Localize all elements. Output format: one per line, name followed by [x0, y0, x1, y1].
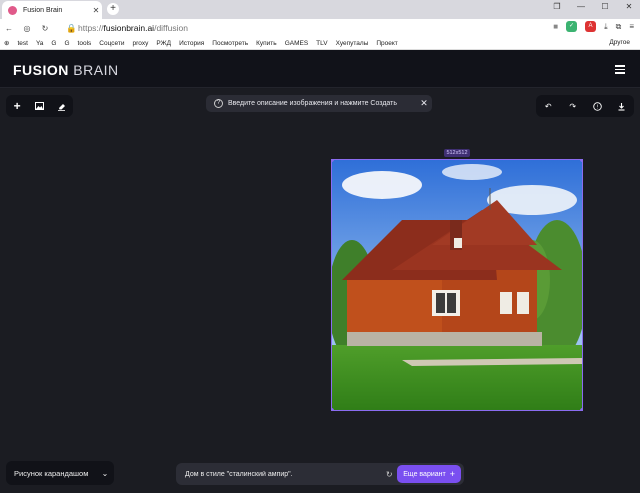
plus-icon: + — [449, 469, 455, 479]
browser-extensions: ■ ✓ A ⤓ ⧉ ≡ — [553, 21, 634, 32]
resize-handle-bl[interactable] — [332, 408, 334, 410]
bookmark-item[interactable]: G — [47, 40, 60, 47]
bookmark-item[interactable]: Соцсети — [95, 40, 128, 47]
address-bar[interactable]: 🔒 https:// fusionbrain.ai /diffusion — [66, 21, 532, 35]
bookmark-item[interactable]: proxy — [128, 40, 152, 47]
bookmark-item[interactable]: tools — [74, 40, 96, 47]
download-icon[interactable]: ⤓ — [604, 22, 608, 32]
maximize-icon[interactable]: ☐ — [598, 2, 612, 11]
bookmark-other[interactable]: Другое — [609, 39, 630, 46]
help-icon[interactable]: ! — [590, 99, 604, 113]
browser-tab[interactable]: Fusion Brain ✕ — [2, 1, 102, 19]
left-toolbar: + — [6, 95, 73, 117]
bookmark-item[interactable]: История — [175, 40, 208, 47]
bookmark-item[interactable]: РЖД — [152, 40, 175, 47]
bookmarks-bar: ⊕ test Ya G G tools Соцсети proxy РЖД Ис… — [0, 37, 640, 50]
chevron-down-icon: ⌄ — [101, 468, 109, 478]
url-path: /diffusion — [154, 23, 188, 33]
app-header: FUSION BRAIN — [0, 50, 640, 88]
download-image-icon[interactable] — [615, 99, 629, 113]
minimize-icon[interactable]: — — [574, 2, 588, 11]
logo-bold: FUSION — [13, 62, 69, 78]
bookmark-icon[interactable]: ■ — [553, 22, 558, 31]
tab-title: Fusion Brain — [23, 6, 63, 14]
generated-image[interactable] — [331, 159, 583, 411]
resize-handle-tr[interactable] — [580, 160, 582, 162]
logo-light: BRAIN — [73, 62, 119, 78]
shield-icon[interactable]: ◎ — [18, 24, 36, 33]
refresh-icon[interactable]: ↻ — [381, 470, 397, 479]
prompt-input[interactable]: Дом в стиле "сталинский ампир". — [176, 471, 381, 478]
image-icon[interactable] — [32, 99, 46, 113]
bookmark-item[interactable]: test — [13, 40, 31, 47]
extension-red-icon[interactable]: A — [585, 21, 597, 32]
copy-icon[interactable]: ❐ — [550, 2, 564, 11]
bookmark-item[interactable]: Ya — [32, 40, 47, 47]
svg-text:!: ! — [596, 104, 598, 110]
extension-green-icon[interactable]: ✓ — [566, 21, 578, 32]
bookmark-item[interactable]: Посмотреть — [208, 40, 252, 47]
browser-tabstrip: Fusion Brain ✕ + ❐ — ☐ ✕ — [0, 0, 640, 19]
image-size-tag: 512x512 — [444, 149, 470, 157]
menu-icon[interactable]: ≡ — [629, 22, 634, 31]
right-toolbar: ↶ ↷ ! — [536, 95, 634, 117]
close-tab-icon[interactable]: ✕ — [90, 6, 102, 15]
eraser-icon[interactable] — [55, 99, 69, 113]
resize-handle-br[interactable] — [580, 408, 582, 410]
bookmark-item[interactable]: TLV — [312, 40, 331, 47]
window-controls: ❐ — ☐ ✕ — [550, 2, 636, 11]
style-select[interactable]: Рисунок карандашом ⌄ — [6, 461, 114, 485]
back-icon[interactable]: ← — [0, 24, 18, 33]
lock-icon: 🔒 — [66, 22, 77, 33]
new-tab-button[interactable]: + — [107, 3, 119, 15]
hint-text: Введите описание изображения и нажмите С… — [228, 100, 398, 107]
style-select-label: Рисунок карандашом — [14, 468, 89, 478]
house-image — [332, 160, 582, 410]
logo[interactable]: FUSION BRAIN — [13, 62, 119, 78]
generate-button[interactable]: Еще вариант + — [397, 465, 461, 483]
close-window-icon[interactable]: ✕ — [622, 2, 636, 11]
bookmark-item[interactable]: Хуепуталы — [332, 40, 373, 47]
browser-navbar: ← ◎ ↻ 🔒 https:// fusionbrain.ai /diffusi… — [0, 19, 640, 37]
bookmark-item[interactable]: Проект — [372, 40, 401, 47]
redo-icon[interactable]: ↷ — [566, 99, 580, 113]
generate-button-label: Еще вариант — [403, 470, 446, 478]
favicon-icon — [8, 5, 17, 15]
undo-icon[interactable]: ↶ — [541, 99, 555, 113]
close-hint-icon[interactable]: ✕ — [416, 98, 432, 109]
bookmark-item[interactable]: G — [60, 40, 73, 47]
hint-banner: ? Введите описание изображения и нажмите… — [206, 95, 432, 112]
bookmark-add-icon[interactable]: ⊕ — [0, 39, 13, 47]
url-scheme: https:// — [78, 23, 104, 33]
bookmark-item[interactable]: GAMES — [281, 40, 312, 47]
hamburger-menu-icon[interactable] — [615, 65, 625, 74]
prompt-bar: Дом в стиле "сталинский ампир". ↻ Еще ва… — [176, 463, 464, 485]
add-icon[interactable]: + — [10, 99, 24, 113]
info-icon: ? — [214, 99, 223, 108]
reload-icon[interactable]: ↻ — [36, 24, 54, 33]
extensions-icon[interactable]: ⧉ — [616, 22, 622, 32]
url-host: fusionbrain.ai — [103, 23, 155, 33]
bookmark-item[interactable]: Купить — [252, 40, 281, 47]
